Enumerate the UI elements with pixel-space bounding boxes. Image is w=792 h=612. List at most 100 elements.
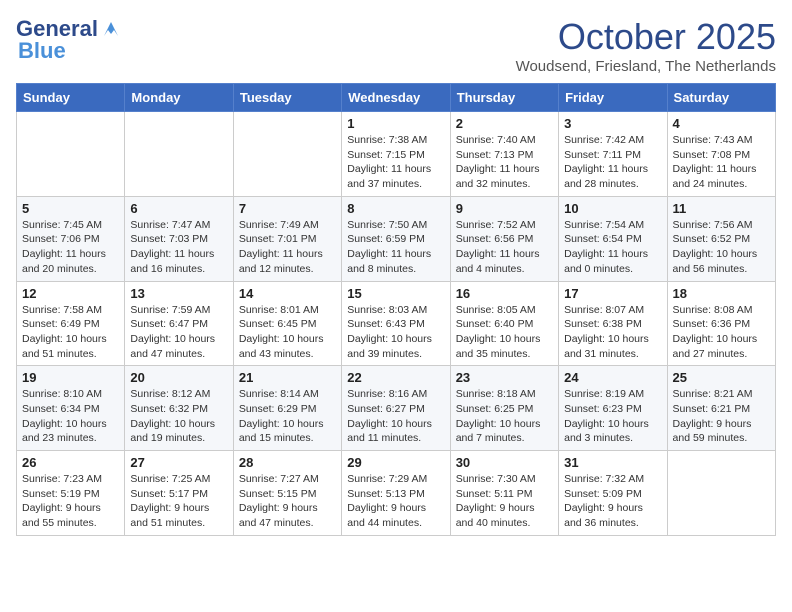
calendar-cell: 22Sunrise: 8:16 AM Sunset: 6:27 PM Dayli…: [342, 366, 450, 451]
day-number: 12: [22, 286, 119, 301]
day-number: 26: [22, 455, 119, 470]
day-info: Sunrise: 8:08 AM Sunset: 6:36 PM Dayligh…: [673, 303, 770, 362]
day-info: Sunrise: 7:54 AM Sunset: 6:54 PM Dayligh…: [564, 218, 661, 277]
column-header-friday: Friday: [559, 84, 667, 112]
title-block: October 2025 Woudsend, Friesland, The Ne…: [516, 16, 776, 75]
day-info: Sunrise: 7:38 AM Sunset: 7:15 PM Dayligh…: [347, 133, 444, 192]
month-title: October 2025: [516, 16, 776, 58]
calendar-cell: 3Sunrise: 7:42 AM Sunset: 7:11 PM Daylig…: [559, 112, 667, 197]
day-number: 2: [456, 116, 553, 131]
day-info: Sunrise: 7:23 AM Sunset: 5:19 PM Dayligh…: [22, 472, 119, 531]
day-number: 1: [347, 116, 444, 131]
calendar-cell: 12 Sunrise: 7:58 AM Sunset: 6:49 PM Dayli…: [17, 281, 125, 366]
day-info: Sunrise: 8:21 AM Sunset: 6:21 PM Dayligh…: [673, 387, 770, 446]
logo-icon: [100, 18, 122, 40]
calendar-cell: 9Sunrise: 7:52 AM Sunset: 6:56 PM Daylig…: [450, 196, 558, 281]
calendar-cell: 14 Sunrise: 8:01 AM Sunset: 6:45 PM Dayli…: [233, 281, 341, 366]
column-header-thursday: Thursday: [450, 84, 558, 112]
calendar-cell: [233, 112, 341, 197]
day-number: 8: [347, 201, 444, 216]
calendar-cell: 26 Sunrise: 7:23 AM Sunset: 5:19 PM Dayli…: [17, 451, 125, 536]
day-info: Sunrise: 8:18 AM Sunset: 6:25 PM Dayligh…: [456, 387, 553, 446]
day-number: 30: [456, 455, 553, 470]
day-info: Sunrise: 8:19 AM Sunset: 6:23 PM Dayligh…: [564, 387, 661, 446]
day-info: Sunrise: 7:40 AM Sunset: 7:13 PM Dayligh…: [456, 133, 553, 192]
calendar-cell: 27Sunrise: 7:25 AM Sunset: 5:17 PM Dayli…: [125, 451, 233, 536]
calendar-cell: 6Sunrise: 7:47 AM Sunset: 7:03 PM Daylig…: [125, 196, 233, 281]
calendar-cell: 18Sunrise: 8:08 AM Sunset: 6:36 PM Dayli…: [667, 281, 775, 366]
day-number: 11: [673, 201, 770, 216]
day-number: 28: [239, 455, 336, 470]
calendar-cell: [667, 451, 775, 536]
day-info: Sunrise: 7:59 AM Sunset: 6:47 PM Dayligh…: [130, 303, 227, 362]
day-number: 14: [239, 286, 336, 301]
calendar-cell: 1 Sunrise: 7:38 AM Sunset: 7:15 PM Daylig…: [342, 112, 450, 197]
day-number: 22: [347, 370, 444, 385]
day-number: 6: [130, 201, 227, 216]
column-header-monday: Monday: [125, 84, 233, 112]
day-number: 4: [673, 116, 770, 131]
calendar-table: SundayMondayTuesdayWednesdayThursdayFrid…: [16, 83, 776, 536]
day-info: Sunrise: 8:10 AM Sunset: 6:34 PM Dayligh…: [22, 387, 119, 446]
day-number: 16: [456, 286, 553, 301]
day-info: Sunrise: 8:07 AM Sunset: 6:38 PM Dayligh…: [564, 303, 661, 362]
column-header-saturday: Saturday: [667, 84, 775, 112]
day-number: 3: [564, 116, 661, 131]
calendar-week-row: 1 Sunrise: 7:38 AM Sunset: 7:15 PM Daylig…: [17, 112, 776, 197]
calendar-cell: 28 Sunrise: 7:27 AM Sunset: 5:15 PM Dayli…: [233, 451, 341, 536]
logo-blue: Blue: [18, 38, 66, 64]
calendar-cell: 19 Sunrise: 8:10 AM Sunset: 6:34 PM Dayli…: [17, 366, 125, 451]
calendar-cell: 16 Sunrise: 8:05 AM Sunset: 6:40 PM Dayli…: [450, 281, 558, 366]
calendar-cell: 23 Sunrise: 8:18 AM Sunset: 6:25 PM Dayli…: [450, 366, 558, 451]
calendar-cell: 10 Sunrise: 7:54 AM Sunset: 6:54 PM Dayli…: [559, 196, 667, 281]
column-header-tuesday: Tuesday: [233, 84, 341, 112]
calendar-cell: [125, 112, 233, 197]
calendar-cell: 20Sunrise: 8:12 AM Sunset: 6:32 PM Dayli…: [125, 366, 233, 451]
day-number: 5: [22, 201, 119, 216]
day-info: Sunrise: 8:03 AM Sunset: 6:43 PM Dayligh…: [347, 303, 444, 362]
day-number: 9: [456, 201, 553, 216]
day-number: 19: [22, 370, 119, 385]
calendar-week-row: 5 Sunrise: 7:45 AM Sunset: 7:06 PM Daylig…: [17, 196, 776, 281]
page-header: General Blue October 2025 Woudsend, Frie…: [16, 16, 776, 75]
column-header-wednesday: Wednesday: [342, 84, 450, 112]
calendar-week-row: 12 Sunrise: 7:58 AM Sunset: 6:49 PM Dayli…: [17, 281, 776, 366]
day-info: Sunrise: 7:29 AM Sunset: 5:13 PM Dayligh…: [347, 472, 444, 531]
calendar-cell: 21 Sunrise: 8:14 AM Sunset: 6:29 PM Dayli…: [233, 366, 341, 451]
day-number: 25: [673, 370, 770, 385]
day-number: 31: [564, 455, 661, 470]
day-info: Sunrise: 7:45 AM Sunset: 7:06 PM Dayligh…: [22, 218, 119, 277]
day-number: 21: [239, 370, 336, 385]
calendar-cell: 5 Sunrise: 7:45 AM Sunset: 7:06 PM Daylig…: [17, 196, 125, 281]
day-info: Sunrise: 8:12 AM Sunset: 6:32 PM Dayligh…: [130, 387, 227, 446]
calendar-cell: 2 Sunrise: 7:40 AM Sunset: 7:13 PM Daylig…: [450, 112, 558, 197]
calendar-cell: 11Sunrise: 7:56 AM Sunset: 6:52 PM Dayli…: [667, 196, 775, 281]
day-info: Sunrise: 7:27 AM Sunset: 5:15 PM Dayligh…: [239, 472, 336, 531]
calendar-week-row: 26 Sunrise: 7:23 AM Sunset: 5:19 PM Dayli…: [17, 451, 776, 536]
calendar-cell: 25 Sunrise: 8:21 AM Sunset: 6:21 PM Dayli…: [667, 366, 775, 451]
location-title: Woudsend, Friesland, The Netherlands: [516, 58, 776, 75]
day-info: Sunrise: 7:25 AM Sunset: 5:17 PM Dayligh…: [130, 472, 227, 531]
day-number: 7: [239, 201, 336, 216]
day-info: Sunrise: 7:50 AM Sunset: 6:59 PM Dayligh…: [347, 218, 444, 277]
day-info: Sunrise: 8:05 AM Sunset: 6:40 PM Dayligh…: [456, 303, 553, 362]
calendar-cell: 7 Sunrise: 7:49 AM Sunset: 7:01 PM Daylig…: [233, 196, 341, 281]
day-number: 23: [456, 370, 553, 385]
day-number: 15: [347, 286, 444, 301]
day-info: Sunrise: 7:30 AM Sunset: 5:11 PM Dayligh…: [456, 472, 553, 531]
calendar-cell: [17, 112, 125, 197]
day-number: 13: [130, 286, 227, 301]
day-info: Sunrise: 8:01 AM Sunset: 6:45 PM Dayligh…: [239, 303, 336, 362]
calendar-cell: 24 Sunrise: 8:19 AM Sunset: 6:23 PM Dayli…: [559, 366, 667, 451]
calendar-cell: 31Sunrise: 7:32 AM Sunset: 5:09 PM Dayli…: [559, 451, 667, 536]
day-info: Sunrise: 7:43 AM Sunset: 7:08 PM Dayligh…: [673, 133, 770, 192]
day-info: Sunrise: 7:49 AM Sunset: 7:01 PM Dayligh…: [239, 218, 336, 277]
day-info: Sunrise: 8:14 AM Sunset: 6:29 PM Dayligh…: [239, 387, 336, 446]
column-header-sunday: Sunday: [17, 84, 125, 112]
calendar-cell: 17Sunrise: 8:07 AM Sunset: 6:38 PM Dayli…: [559, 281, 667, 366]
day-info: Sunrise: 7:58 AM Sunset: 6:49 PM Dayligh…: [22, 303, 119, 362]
day-number: 10: [564, 201, 661, 216]
day-number: 24: [564, 370, 661, 385]
calendar-cell: 8 Sunrise: 7:50 AM Sunset: 6:59 PM Daylig…: [342, 196, 450, 281]
calendar-cell: 4 Sunrise: 7:43 AM Sunset: 7:08 PM Daylig…: [667, 112, 775, 197]
